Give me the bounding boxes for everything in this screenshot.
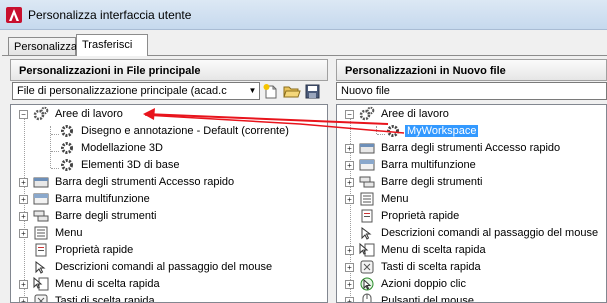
double-click-icon bbox=[360, 277, 374, 291]
tree-label: Tasti di scelta rapida bbox=[381, 261, 481, 273]
mouse-icon bbox=[362, 293, 372, 302]
collapse-icon[interactable]: − bbox=[345, 110, 354, 119]
right-file-select[interactable]: Nuovo file bbox=[336, 82, 607, 100]
right-file-select-value: Nuovo file bbox=[341, 85, 390, 97]
expand-icon[interactable]: + bbox=[345, 144, 354, 153]
keyboard-shortcut-icon bbox=[34, 294, 48, 302]
expand-icon[interactable]: + bbox=[345, 263, 354, 272]
left-panel: Personalizzazioni in File principale Fil… bbox=[10, 59, 328, 303]
expand-icon[interactable]: + bbox=[19, 280, 28, 289]
tree-label: Barra degli strumenti Accesso rapido bbox=[55, 176, 235, 188]
shortcut-menu-icon bbox=[33, 276, 49, 291]
tree-label: Proprietà rapide bbox=[55, 244, 134, 256]
keyboard-shortcut-icon bbox=[360, 260, 374, 274]
left-tree[interactable]: − Aree di lavoro Disegno e annotazione -… bbox=[10, 104, 328, 303]
tree-label: Modellazione 3D bbox=[81, 142, 163, 154]
tree-label: Pulsanti del mouse bbox=[381, 295, 474, 303]
ribbon-icon bbox=[359, 159, 375, 171]
tree-label: Menu di scelta rapida bbox=[381, 244, 486, 256]
workspaces-gear-icon bbox=[33, 106, 49, 121]
properties-icon bbox=[361, 209, 373, 223]
collapse-icon[interactable]: − bbox=[19, 110, 28, 119]
tree-label: Aree di lavoro bbox=[381, 108, 449, 120]
tree-label: Descrizioni comandi al passaggio del mou… bbox=[55, 261, 273, 273]
right-tree[interactable]: − Aree di lavoro MyWorkspace + Barra deg… bbox=[336, 104, 607, 303]
shortcut-menu-icon bbox=[359, 242, 375, 257]
expand-icon[interactable]: + bbox=[19, 178, 28, 187]
tree-label: Descrizioni comandi al passaggio del mou… bbox=[381, 227, 599, 239]
tree-label: Disegno e annotazione - Default (corrent… bbox=[81, 125, 289, 137]
workspaces-gear-icon bbox=[359, 106, 375, 121]
workspace-gear-icon bbox=[61, 125, 73, 137]
expand-icon[interactable]: + bbox=[19, 229, 28, 238]
tree-label: Menu bbox=[381, 193, 409, 205]
left-file-select-value: File di personalizzazione principale (ac… bbox=[17, 85, 227, 97]
right-panel: Personalizzazioni in Nuovo file Nuovo fi… bbox=[336, 59, 607, 303]
toolbar-icon bbox=[33, 177, 49, 188]
expand-icon[interactable]: + bbox=[19, 297, 28, 302]
left-file-select[interactable]: File di personalizzazione principale (ac… bbox=[12, 82, 260, 100]
tree-label: Barre degli strumenti bbox=[55, 210, 157, 222]
open-folder-icon[interactable] bbox=[283, 83, 301, 100]
tooltip-icon bbox=[361, 227, 372, 240]
expand-icon[interactable]: + bbox=[19, 195, 28, 204]
tooltip-icon bbox=[35, 261, 46, 274]
title-bar[interactable]: Personalizza interfaccia utente bbox=[0, 0, 607, 30]
expand-icon[interactable]: + bbox=[345, 195, 354, 204]
toolbars-icon bbox=[33, 210, 49, 222]
menu-icon bbox=[34, 226, 48, 240]
tree-label: Barra multifunzione bbox=[381, 159, 476, 171]
tree-label: Barra degli strumenti Accesso rapido bbox=[381, 142, 561, 154]
expand-icon[interactable]: + bbox=[345, 297, 354, 302]
tree-label: Tasti di scelta rapida bbox=[55, 295, 155, 303]
dropdown-arrow-icon[interactable]: ▼ bbox=[245, 83, 259, 99]
new-file-icon[interactable] bbox=[262, 83, 280, 100]
toolbars-icon bbox=[359, 176, 375, 188]
workspace-gear-icon bbox=[61, 159, 73, 171]
expand-icon[interactable]: + bbox=[19, 212, 28, 221]
workspace-gear-icon bbox=[387, 125, 399, 137]
expand-icon[interactable]: + bbox=[345, 280, 354, 289]
autocad-logo-icon bbox=[6, 7, 22, 23]
tree-label: Aree di lavoro bbox=[55, 108, 123, 120]
tree-label: Barre degli strumenti bbox=[381, 176, 483, 188]
tree-label: Menu bbox=[55, 227, 83, 239]
expand-icon[interactable]: + bbox=[345, 178, 354, 187]
tree-label: Menu di scelta rapida bbox=[55, 278, 160, 290]
window-title: Personalizza interfaccia utente bbox=[28, 8, 192, 22]
right-panel-header: Personalizzazioni in Nuovo file bbox=[336, 59, 607, 81]
expand-icon[interactable]: + bbox=[345, 161, 354, 170]
tree-label: Barra multifunzione bbox=[55, 193, 150, 205]
menu-icon bbox=[360, 192, 374, 206]
left-panel-header: Personalizzazioni in File principale bbox=[10, 59, 328, 81]
expand-icon[interactable]: + bbox=[345, 246, 354, 255]
tab-personalizza[interactable]: Personalizza bbox=[8, 37, 77, 57]
properties-icon bbox=[35, 243, 47, 257]
tree-label: Proprietà rapide bbox=[381, 210, 460, 222]
tab-trasferisci[interactable]: Trasferisci bbox=[76, 34, 148, 56]
ribbon-icon bbox=[33, 193, 49, 205]
tree-label: Elementi 3D di base bbox=[81, 159, 180, 171]
toolbar-icon bbox=[359, 143, 375, 154]
workspace-gear-icon bbox=[61, 142, 73, 154]
selected-tree-label: MyWorkspace bbox=[405, 125, 479, 137]
save-icon[interactable] bbox=[304, 83, 322, 100]
tree-label: Azioni doppio clic bbox=[381, 278, 466, 290]
